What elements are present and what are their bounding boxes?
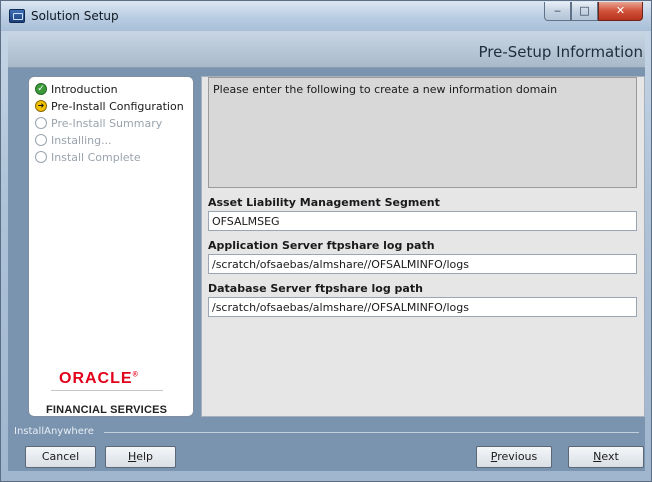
app-server-log-path-input[interactable] xyxy=(208,254,637,274)
step-pre-install-configuration: ➜ Pre-Install Configuration xyxy=(35,98,184,114)
empty-circle-icon xyxy=(35,117,47,129)
info-text: Please enter the following to create a n… xyxy=(213,83,558,96)
logo-divider xyxy=(51,390,163,391)
oracle-logo: ORACLE® xyxy=(59,370,139,387)
installer-content: Pre-Setup Information ✓ Introduction ➜ P… xyxy=(8,31,645,471)
maximize-icon: □ xyxy=(579,4,590,17)
installer-window: Solution Setup ‒ □ ✕ Pre-Setup Informati… xyxy=(0,0,652,482)
app-icon xyxy=(9,9,25,23)
installanywhere-label: InstallAnywhere xyxy=(14,426,94,437)
cancel-button[interactable]: Cancel xyxy=(25,446,96,468)
step-introduction: ✓ Introduction xyxy=(35,81,118,97)
close-button[interactable]: ✕ xyxy=(598,2,643,21)
form-panel: Please enter the following to create a n… xyxy=(201,76,645,417)
empty-circle-icon xyxy=(35,134,47,146)
check-icon: ✓ xyxy=(35,83,47,95)
info-box: Please enter the following to create a n… xyxy=(208,77,637,188)
close-icon: ✕ xyxy=(615,4,626,17)
arrow-right-icon: ➜ xyxy=(35,100,47,112)
page-title: Pre-Setup Information xyxy=(478,43,643,61)
maximize-button[interactable]: □ xyxy=(571,2,598,21)
segment-input[interactable] xyxy=(208,211,637,231)
header-band: Pre-Setup Information xyxy=(8,31,645,68)
help-button[interactable]: Help xyxy=(105,446,176,468)
financial-services-text: FINANCIAL SERVICES xyxy=(46,404,168,416)
footer-divider xyxy=(104,432,639,433)
next-button[interactable]: Next xyxy=(568,446,644,468)
step-pre-install-summary: Pre-Install Summary xyxy=(35,115,162,131)
db-server-log-path-label: Database Server ftpshare log path xyxy=(208,282,423,295)
minimize-button[interactable]: ‒ xyxy=(544,2,571,21)
title-bar[interactable]: Solution Setup ‒ □ ✕ xyxy=(1,1,651,31)
steps-panel: ✓ Introduction ➜ Pre-Install Configurati… xyxy=(28,76,194,417)
step-label: Introduction xyxy=(51,82,118,96)
db-server-log-path-input[interactable] xyxy=(208,297,637,317)
segment-label: Asset Liability Management Segment xyxy=(208,196,440,209)
step-label: Pre-Install Summary xyxy=(51,116,163,130)
footer: InstallAnywhere Cancel Help Previous Nex… xyxy=(8,422,645,471)
step-label: Install Complete xyxy=(51,150,141,164)
main-band: ✓ Introduction ➜ Pre-Install Configurati… xyxy=(8,68,645,422)
minimize-icon: ‒ xyxy=(554,4,561,17)
step-label: Installing... xyxy=(51,133,112,147)
step-installing: Installing... xyxy=(35,132,112,148)
window-title: Solution Setup xyxy=(31,9,119,23)
previous-button[interactable]: Previous xyxy=(476,446,552,468)
step-install-complete: Install Complete xyxy=(35,149,141,165)
app-server-log-path-label: Application Server ftpshare log path xyxy=(208,239,435,252)
caption-buttons: ‒ □ ✕ xyxy=(544,2,643,22)
step-label: Pre-Install Configuration xyxy=(51,99,184,113)
empty-circle-icon xyxy=(35,151,47,163)
